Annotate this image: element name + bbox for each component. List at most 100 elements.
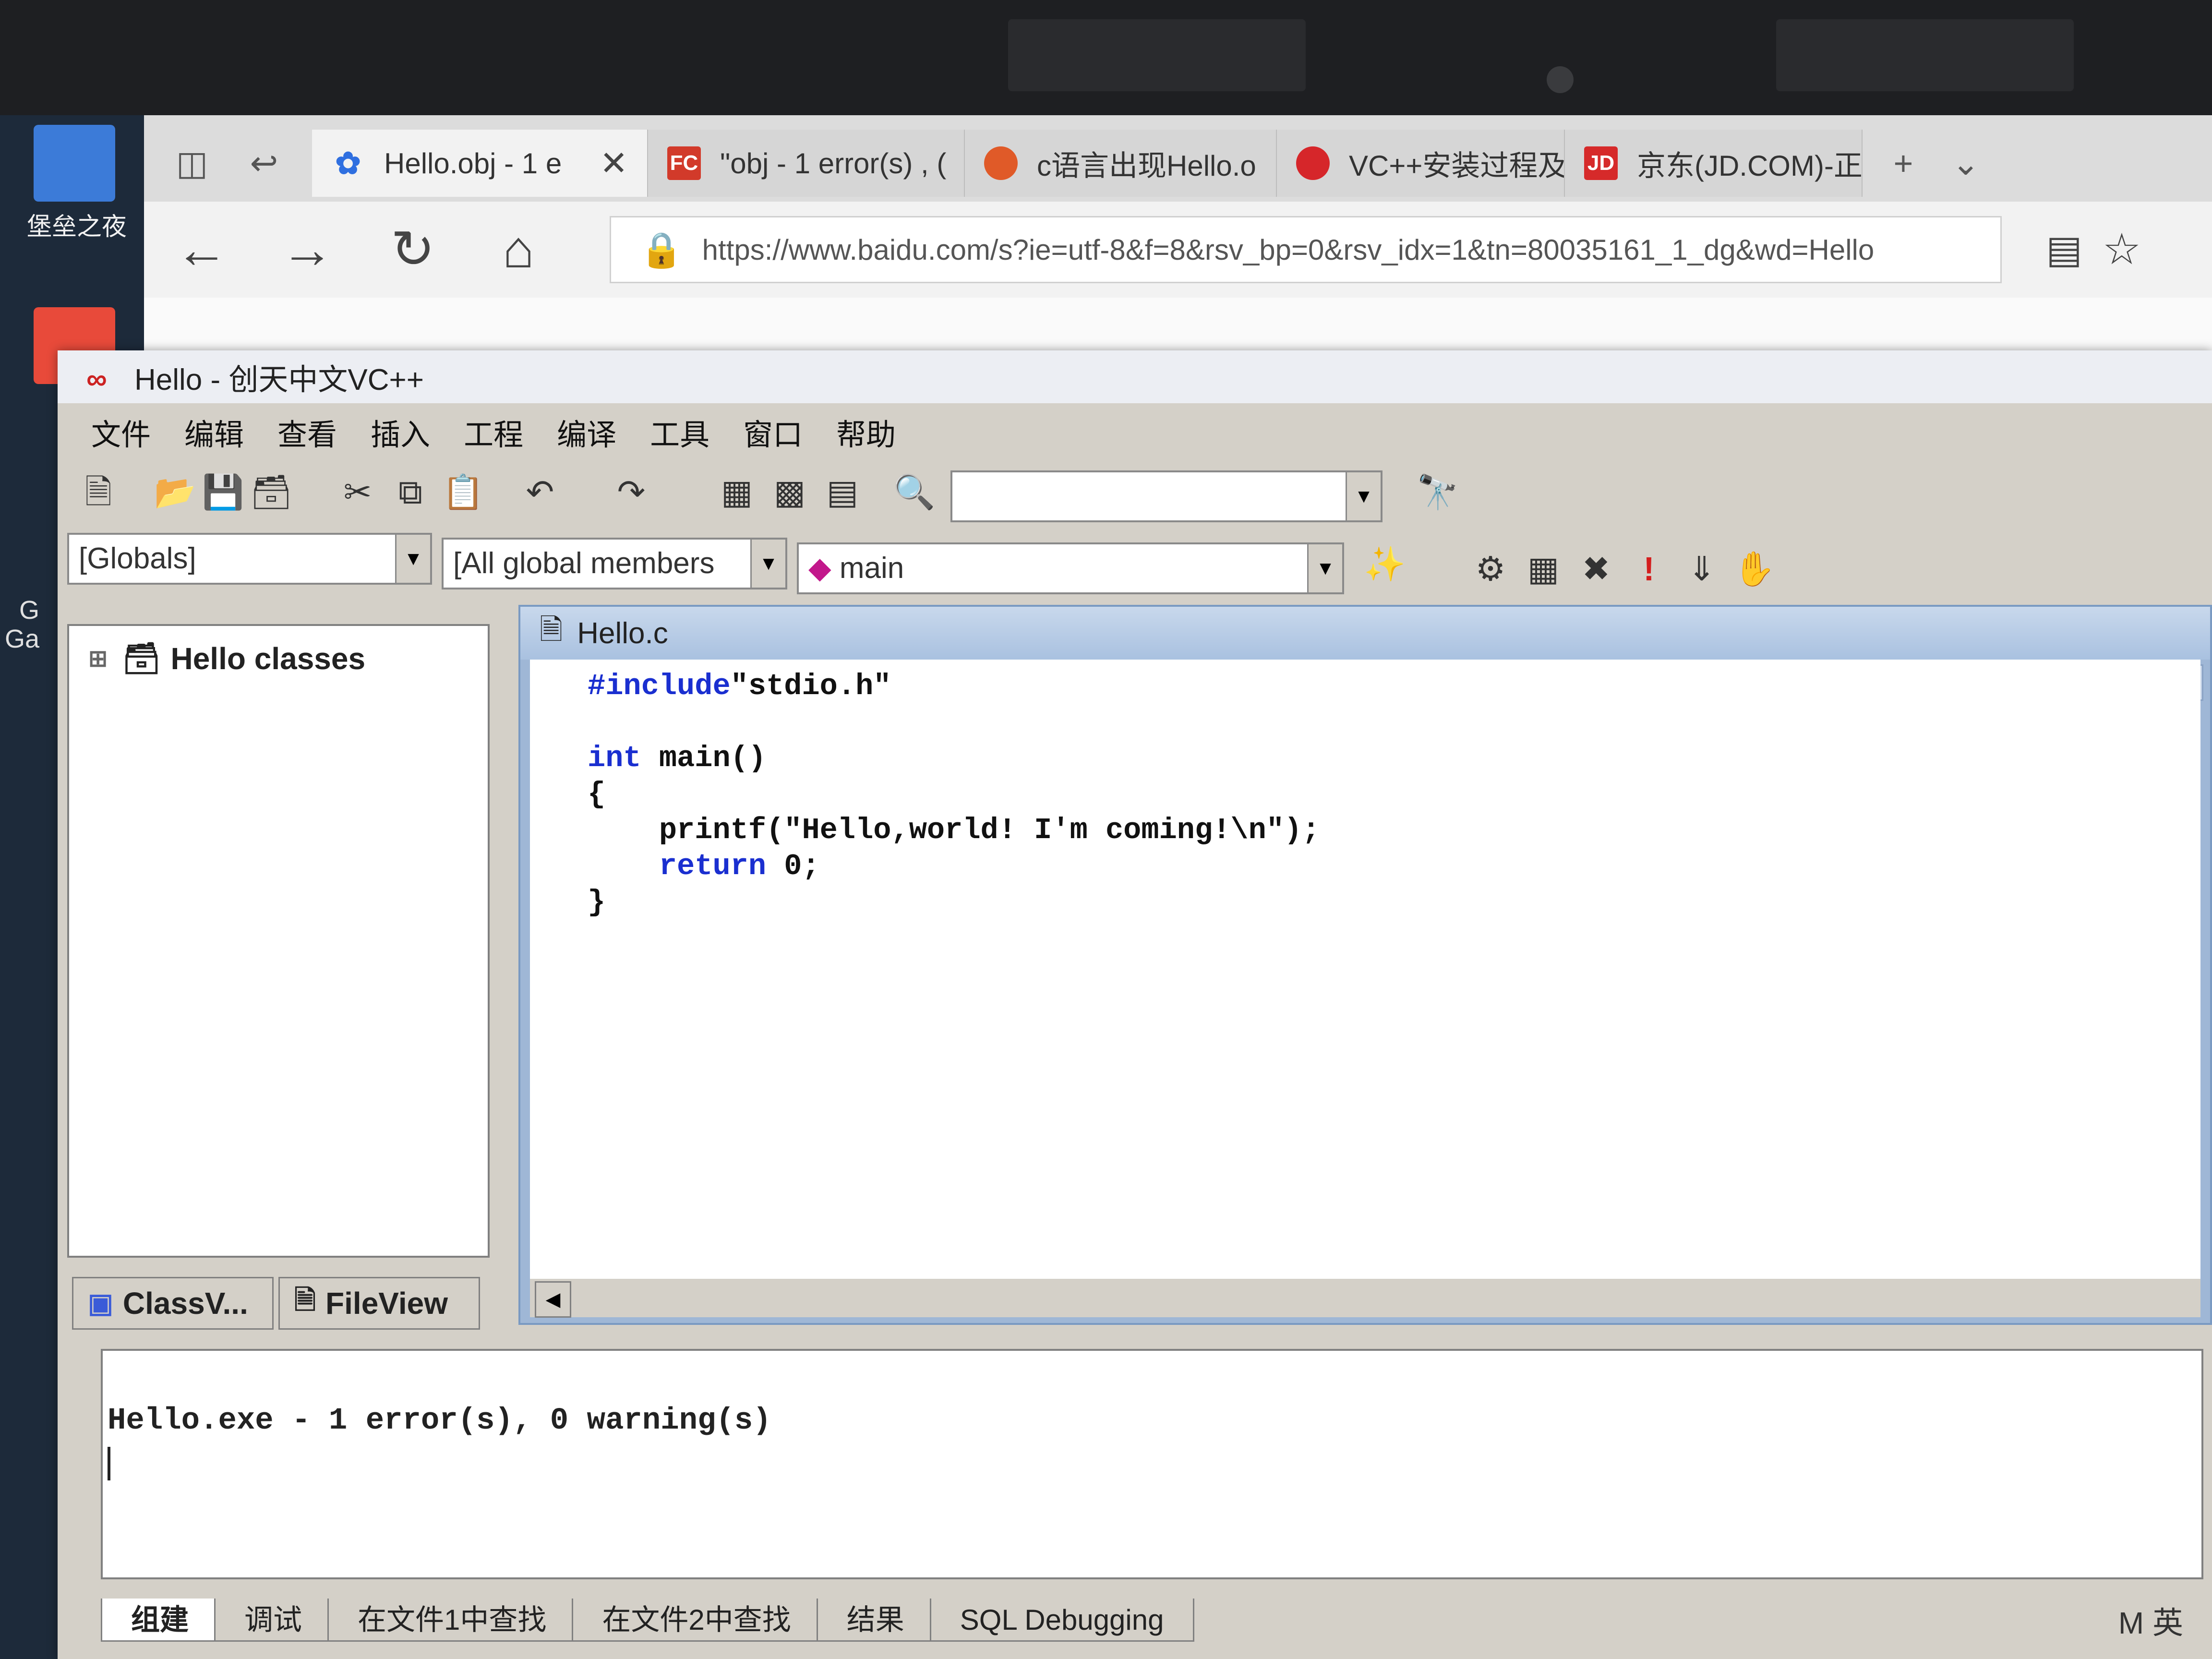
- menu-build[interactable]: 编译: [557, 410, 616, 454]
- address-bar[interactable]: 🔒 https://www.baidu.com/s?ie=utf-8&f=8&r…: [610, 216, 2002, 283]
- browser-tab-3[interactable]: c语言出现Hello.o: [965, 130, 1277, 197]
- members-combo[interactable]: [All global members ▼: [442, 538, 787, 589]
- new-file-icon[interactable]: 🗎: [77, 470, 120, 514]
- breakpoint-hand-icon[interactable]: ✋: [1733, 547, 1776, 590]
- execute-icon[interactable]: !: [1627, 547, 1671, 590]
- tab-classview[interactable]: ▣ ClassV...: [72, 1277, 274, 1330]
- menu-help[interactable]: 帮助: [836, 410, 896, 454]
- scroll-left-icon[interactable]: ◀: [535, 1281, 571, 1318]
- paste-icon[interactable]: 📋: [442, 470, 485, 514]
- chevron-down-icon[interactable]: ▼: [1307, 544, 1342, 592]
- desktop-fragment-1: G: [19, 596, 40, 625]
- jd-favicon-icon: JD: [1584, 146, 1618, 180]
- code-line: int main(): [588, 741, 767, 775]
- browser-tab-5-label: 京东(JD.COM)-正: [1637, 149, 1863, 182]
- undo-icon[interactable]: ↶: [518, 470, 562, 514]
- scope-combo[interactable]: [Globals] ▼: [67, 533, 432, 585]
- ide-logo-icon: ∞: [86, 363, 107, 395]
- function-combo-value: main: [839, 552, 904, 585]
- tab-sql-debugging[interactable]: SQL Debugging: [929, 1599, 1194, 1642]
- ime-indicator[interactable]: M 英: [2118, 1599, 2183, 1643]
- build-result-message: Hello.exe - 1 error(s), 0 warning(s): [108, 1404, 771, 1438]
- set-aside-tabs-icon[interactable]: ↩: [242, 142, 286, 185]
- lock-icon: 🔒: [640, 230, 683, 269]
- ide-titlebar: ∞ Hello - 创天中文VC++: [58, 350, 2212, 403]
- menu-project[interactable]: 工程: [464, 410, 523, 454]
- tab-build[interactable]: 组建: [101, 1599, 219, 1642]
- browser-tab-4[interactable]: VC++安装过程及: [1277, 130, 1565, 197]
- save-icon[interactable]: 💾: [202, 470, 245, 514]
- redo-icon[interactable]: ↷: [610, 470, 653, 514]
- tab-find-in-files-2[interactable]: 在文件2中查找: [572, 1599, 821, 1642]
- function-combo[interactable]: ◆ main ▼: [797, 542, 1344, 594]
- tab-debug[interactable]: 调试: [214, 1599, 332, 1642]
- menu-edit[interactable]: 编辑: [184, 410, 244, 454]
- ide-title-text: Hello - 创天中文VC++: [134, 363, 424, 397]
- chevron-down-icon[interactable]: ▼: [750, 540, 785, 588]
- class-tree-root-label: Hello classes: [170, 641, 366, 676]
- go-icon[interactable]: ⇓: [1680, 547, 1723, 590]
- paw-icon: ✿: [335, 145, 361, 180]
- menu-window[interactable]: 窗口: [743, 410, 803, 454]
- cut-icon[interactable]: ✂: [336, 470, 379, 514]
- tab-results[interactable]: 结果: [816, 1599, 935, 1642]
- expand-plus-icon[interactable]: ⊞: [88, 645, 108, 672]
- class-tree-root[interactable]: ⊞ 🗃 Hello classes: [88, 640, 365, 676]
- browser-tab-2[interactable]: FC "obj - 1 error(s) , (: [648, 130, 965, 197]
- reading-view-icon[interactable]: ▤: [2035, 221, 2093, 278]
- wizard-wand-icon[interactable]: ✨: [1363, 542, 1407, 586]
- find-icon[interactable]: 🔭: [1416, 470, 1459, 514]
- menu-bar: 文件 编辑 查看 插入 工程 编译 工具 窗口 帮助: [58, 403, 2212, 461]
- tab-fileview[interactable]: 🗎 FileView: [278, 1277, 480, 1330]
- find-in-files-icon[interactable]: 🔍: [893, 470, 936, 514]
- compile-icon[interactable]: ⚙: [1469, 547, 1512, 590]
- browser-navbar: ← → ↻ ⌂ 🔒 https://www.baidu.com/s?ie=utf…: [144, 202, 2212, 298]
- menu-view[interactable]: 查看: [277, 410, 337, 454]
- editor-titlebar: 🗎 Hello.c: [520, 607, 2210, 660]
- editor-window: 🗎 Hello.c — ❐ #include"stdio.h" int main…: [518, 605, 2212, 1325]
- code-line: {: [588, 777, 606, 811]
- ide-window: ∞ Hello - 创天中文VC++ 文件 编辑 查看 插入 工程 编译 工具 …: [58, 350, 2212, 1659]
- window-list-icon[interactable]: ▤: [821, 470, 864, 514]
- home-icon[interactable]: ⌂: [490, 221, 547, 278]
- tab-fileview-label: FileView: [325, 1286, 448, 1321]
- output-text-area[interactable]: Hello.exe - 1 error(s), 0 warning(s): [101, 1349, 2203, 1579]
- browser-tab-2-label: "obj - 1 error(s) , (: [720, 147, 947, 180]
- menu-tools[interactable]: 工具: [650, 410, 709, 454]
- classes-folder-icon: 🗃: [122, 641, 161, 675]
- workspace-icon[interactable]: ▦: [715, 470, 758, 514]
- back-icon[interactable]: ←: [173, 221, 230, 278]
- tab-list-chevron-icon[interactable]: ⌄: [1944, 142, 1987, 185]
- class-tree[interactable]: ⊞ 🗃 Hello classes: [67, 624, 490, 1258]
- build-icon[interactable]: ▦: [1522, 547, 1565, 590]
- save-all-icon[interactable]: 🗃: [250, 470, 293, 514]
- code-area[interactable]: #include"stdio.h" int main() { printf("H…: [530, 660, 2200, 1279]
- fc-favicon-icon: FC: [667, 146, 701, 180]
- chevron-down-icon[interactable]: ▼: [1346, 472, 1381, 520]
- tab-find-in-files-1[interactable]: 在文件1中查找: [327, 1599, 577, 1642]
- copy-icon[interactable]: ⧉: [389, 470, 432, 514]
- forward-icon[interactable]: →: [278, 221, 336, 278]
- favorite-star-icon[interactable]: ☆: [2093, 221, 2151, 278]
- stop-build-icon[interactable]: ✖: [1575, 547, 1618, 590]
- desktop-icon-1[interactable]: [34, 125, 115, 202]
- output-window-icon[interactable]: ▩: [768, 470, 811, 514]
- desktop-icon-1-label: 堡垒之夜: [26, 213, 127, 241]
- refresh-icon[interactable]: ↻: [384, 221, 442, 278]
- horizontal-scrollbar[interactable]: ◀: [530, 1279, 2200, 1318]
- browser-tab-5[interactable]: JD 京东(JD.COM)-正: [1565, 130, 1863, 197]
- menu-file[interactable]: 文件: [91, 410, 151, 454]
- workspace-pane: ⊞ 🗃 Hello classes ▣ ClassV... 🗎 FileView: [58, 595, 504, 1330]
- fileview-icon: 🗎: [294, 1284, 316, 1315]
- browser-tab-1[interactable]: ✿ Hello.obj - 1 e ✕: [312, 130, 648, 197]
- new-tab-icon[interactable]: +: [1882, 142, 1925, 185]
- red-favicon-icon: [1296, 146, 1330, 180]
- wizard-bar: [Globals] ▼ [All global members ▼ ◆ main…: [58, 523, 2212, 594]
- chevron-down-icon[interactable]: ▼: [395, 535, 430, 583]
- tab-preview-icon[interactable]: ◫: [170, 142, 214, 185]
- menu-insert[interactable]: 插入: [371, 410, 430, 454]
- browser-tab-1-label: Hello.obj - 1 e: [384, 147, 562, 180]
- find-combo[interactable]: ▼: [950, 470, 1382, 522]
- open-folder-icon[interactable]: 📂: [154, 470, 197, 514]
- close-tab-icon[interactable]: ✕: [600, 144, 628, 183]
